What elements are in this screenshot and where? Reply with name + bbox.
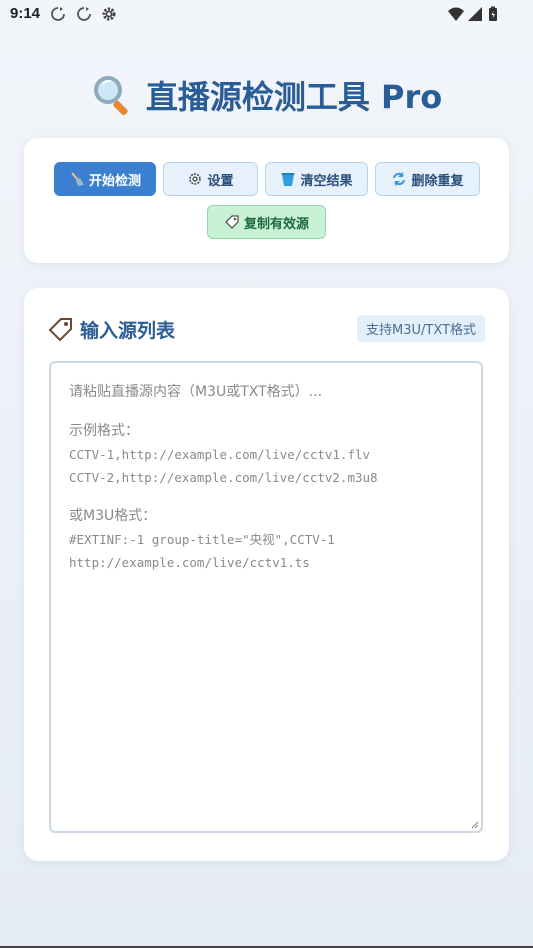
clear-results-label: 清空结果 [300, 173, 353, 189]
settings-label: 设置 [207, 173, 234, 189]
toolbar-card: 开始检测 设置 清空结果 删除重复 复制有效源 [24, 138, 509, 263]
section-title: 输入源列表 [48, 314, 175, 344]
placeholder-line: 请粘贴直播源内容（M3U或TXT格式）... [69, 384, 323, 400]
source-input-textarea[interactable]: 请粘贴直播源内容（M3U或TXT格式）... 示例格式： CCTV-1,http… [49, 361, 483, 833]
sync-icon [51, 7, 65, 21]
format-badge: 支持M3U/TXT格式 [357, 315, 485, 342]
clear-results-button[interactable]: 清空结果 [265, 162, 368, 196]
broom-icon [71, 172, 84, 186]
page-title: 直播源检测工具 Pro [145, 78, 443, 116]
start-detect-button[interactable]: 开始检测 [54, 162, 156, 196]
settings-button[interactable]: 设置 [163, 162, 258, 196]
tag-icon [225, 215, 239, 229]
signal-icon [468, 7, 482, 21]
header: 直播源检测工具 Pro [0, 72, 533, 122]
input-card: 输入源列表 支持M3U/TXT格式 请粘贴直播源内容（M3U或TXT格式）...… [24, 288, 509, 861]
start-detect-label: 开始检测 [88, 173, 141, 189]
gear-icon [102, 7, 116, 21]
trash-icon [281, 173, 295, 186]
battery-icon [489, 6, 497, 21]
section-title-text: 输入源列表 [80, 319, 176, 342]
status-time: 9:14 [10, 5, 41, 22]
placeholder-example-label: 示例格式： [69, 423, 139, 439]
resize-handle-icon[interactable] [471, 821, 479, 829]
status-bar: 9:14 [0, 0, 533, 30]
remove-duplicates-label: 删除重复 [411, 173, 464, 189]
placeholder-m3u-2: http://example.com/live/cctv1.ts [69, 555, 310, 570]
placeholder-example-1: CCTV-1,http://example.com/live/cctv1.flv [69, 447, 371, 462]
remove-duplicates-button[interactable]: 删除重复 [375, 162, 480, 196]
placeholder-m3u-1: #EXTINF:-1 group-title="央视",CCTV-1 [69, 532, 335, 547]
wifi-icon [448, 7, 464, 21]
copy-valid-sources-label: 复制有效源 [243, 216, 309, 232]
refresh-icon [393, 172, 406, 186]
copy-valid-sources-button[interactable]: 复制有效源 [207, 205, 326, 239]
tag-icon [48, 318, 72, 342]
placeholder-example-2: CCTV-2,http://example.com/live/cctv2.m3u… [69, 470, 378, 485]
placeholder-m3u-label: 或M3U格式： [69, 508, 157, 524]
magnifier-icon [93, 76, 128, 116]
sync-icon-2 [77, 7, 91, 21]
gear-icon [189, 173, 202, 185]
